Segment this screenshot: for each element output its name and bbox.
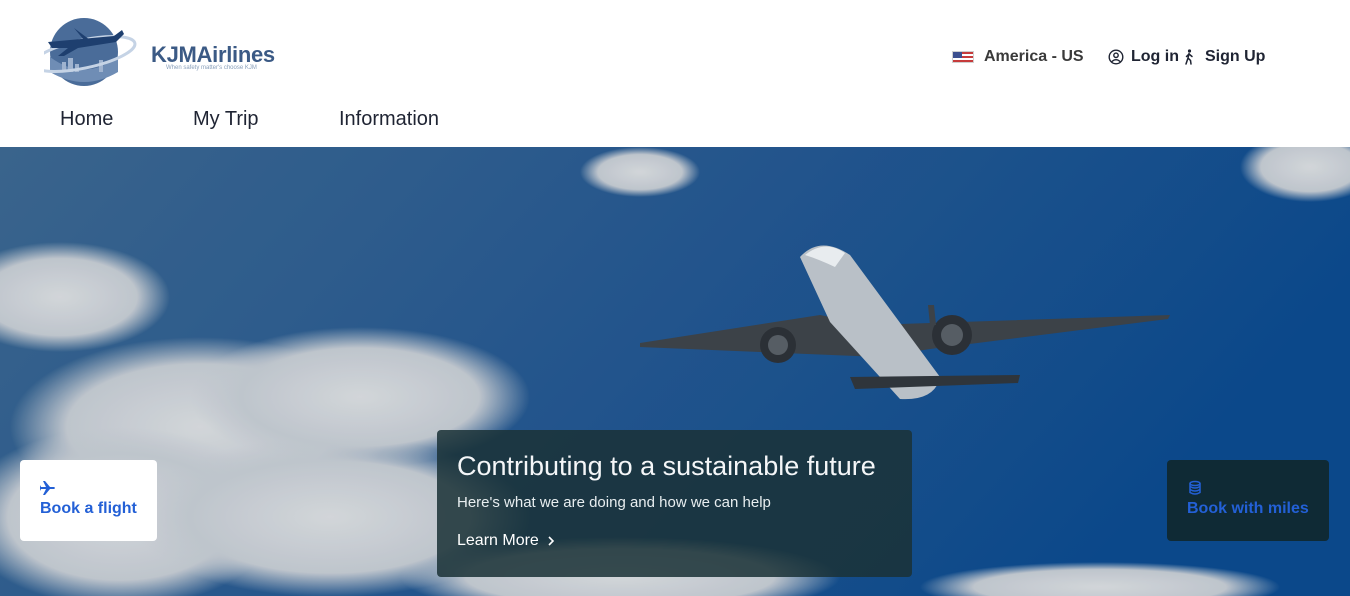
learn-more-link[interactable]: Learn More <box>457 532 555 550</box>
signup-label: Sign Up <box>1204 48 1266 65</box>
auth-links: Log in Sign Up <box>1108 47 1265 67</box>
user-circle-icon <box>1108 49 1124 65</box>
book-flight-card[interactable]: Book a flight <box>20 460 157 541</box>
brand-logo[interactable]: KJMAirlines When safety matter's choose … <box>31 12 294 88</box>
book-flight-label: Book a flight <box>40 500 137 517</box>
airplane-icon <box>40 481 55 495</box>
walking-person-icon <box>1185 49 1193 65</box>
database-icon <box>1189 480 1201 495</box>
promo-subtitle: Here's what we are doing and how we can … <box>457 494 771 511</box>
login-link[interactable]: Log in <box>1108 48 1179 66</box>
nav-home[interactable]: Home <box>60 108 193 131</box>
nav-my-trip[interactable]: My Trip <box>193 108 339 131</box>
book-with-miles-card[interactable]: Book with miles <box>1167 460 1329 541</box>
book-with-miles-label: Book with miles <box>1187 500 1309 517</box>
brand-tagline: When safety matter's choose KJM <box>166 65 257 71</box>
sustainability-promo: Contributing to a sustainable future Her… <box>437 430 912 577</box>
locale-selector[interactable]: America - US <box>952 47 1084 67</box>
globe-airplane-icon <box>31 18 137 86</box>
promo-title: Contributing to a sustainable future <box>457 451 876 481</box>
locale-label: America - US <box>984 48 1084 65</box>
chevron-right-icon <box>548 536 554 546</box>
main-nav: Home My Trip Information <box>60 108 439 131</box>
hero-banner: Book a flight Contributing to a sustaina… <box>0 147 1350 596</box>
login-label: Log in <box>1131 48 1179 65</box>
signup-link[interactable]: Sign Up <box>1183 48 1265 66</box>
learn-more-label: Learn More <box>457 532 539 549</box>
nav-information[interactable]: Information <box>339 108 439 131</box>
us-flag-icon <box>952 51 974 63</box>
site-header: KJMAirlines When safety matter's choose … <box>0 0 1350 147</box>
